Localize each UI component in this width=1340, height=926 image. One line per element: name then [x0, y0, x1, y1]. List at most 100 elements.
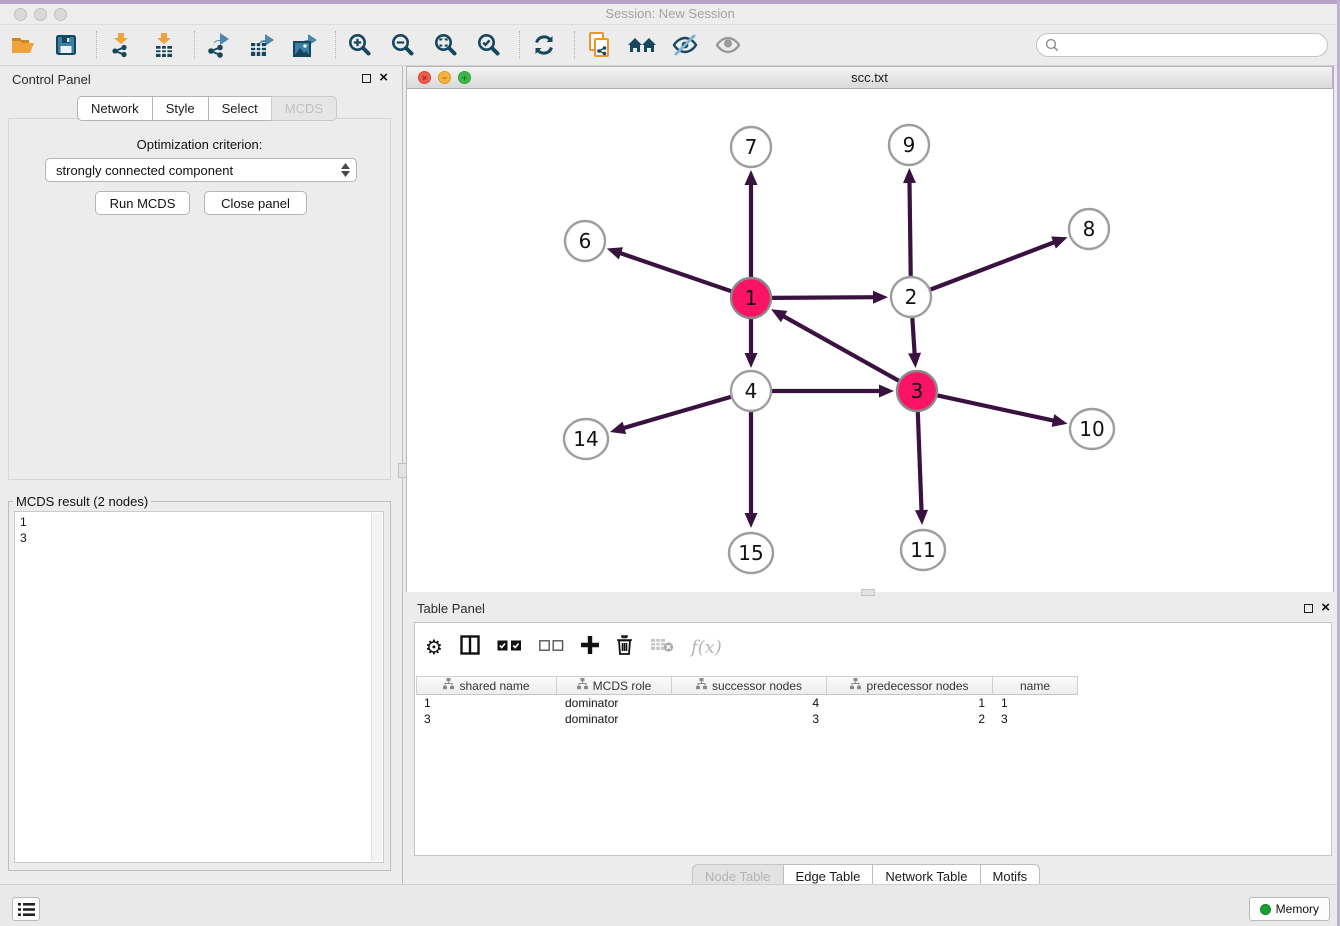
- network-canvas[interactable]: 7968124314101511: [407, 89, 1333, 592]
- close-panel-icon[interactable]: ×: [379, 73, 388, 83]
- graph-edge-1-6[interactable]: [617, 252, 731, 291]
- mcds-result-box[interactable]: 1 3: [14, 511, 384, 863]
- graph-node-label-14: 14: [573, 427, 598, 451]
- table-panel-title: Table Panel: [417, 601, 485, 616]
- toolbar-separator: [519, 31, 520, 59]
- criterion-dropdown[interactable]: strongly connected component: [45, 158, 357, 182]
- table-cell[interactable]: 3: [416, 711, 557, 727]
- table-cell[interactable]: 1: [993, 695, 1078, 711]
- app-title: Session: New Session: [0, 6, 1340, 21]
- graph-edge-3-10[interactable]: [938, 395, 1057, 421]
- toolbar-separator: [194, 31, 195, 59]
- result-scrollbar[interactable]: [371, 513, 382, 861]
- status-bar: Memory: [0, 884, 1340, 926]
- panel-divider-grip[interactable]: [398, 463, 407, 478]
- show-all-eye-icon[interactable]: [713, 30, 743, 60]
- table-cell[interactable]: 1: [416, 695, 557, 711]
- hide-selected-eye-icon[interactable]: [670, 30, 700, 60]
- import-network-icon[interactable]: [106, 30, 136, 60]
- run-mcds-button[interactable]: Run MCDS: [95, 191, 190, 215]
- graph-node-label-15: 15: [738, 541, 763, 565]
- graph-edge-arrowhead: [610, 422, 626, 434]
- toolbar-separator: [574, 31, 575, 59]
- delete-table-icon[interactable]: [650, 637, 674, 658]
- export-network-icon[interactable]: [204, 30, 234, 60]
- table-row[interactable]: 1dominator411: [416, 695, 1078, 711]
- column-header-predecessor-nodes[interactable]: predecessor nodes: [827, 676, 993, 695]
- table-cell[interactable]: dominator: [557, 695, 672, 711]
- refresh-icon[interactable]: [529, 30, 559, 60]
- duplicate-network-icon[interactable]: [584, 30, 614, 60]
- graph-node-label-4: 4: [745, 379, 758, 403]
- zoom-fit-icon[interactable]: [431, 30, 461, 60]
- close-panel-button[interactable]: Close panel: [204, 191, 307, 215]
- column-header-shared-name[interactable]: shared name: [416, 676, 557, 695]
- graph-edge-arrowhead: [879, 385, 894, 398]
- mcds-result-text: 1 3: [15, 512, 383, 548]
- function-builder-icon[interactable]: f(x): [691, 637, 722, 658]
- column-header-successor-nodes[interactable]: successor nodes: [672, 676, 827, 695]
- zoom-in-icon[interactable]: [345, 30, 375, 60]
- network-window-titlebar[interactable]: × − + scc.txt: [407, 67, 1332, 89]
- table-row[interactable]: 3dominator323: [416, 711, 1078, 727]
- zoom-selected-icon[interactable]: [474, 30, 504, 60]
- table-cell[interactable]: 3: [993, 711, 1078, 727]
- task-history-button[interactable]: [12, 897, 40, 921]
- column-header-name[interactable]: name: [993, 676, 1078, 695]
- settings-gear-icon[interactable]: ⚙: [425, 635, 443, 659]
- desktop-edge-top: [0, 0, 1340, 4]
- memory-button[interactable]: Memory: [1249, 897, 1330, 921]
- select-all-checks-icon[interactable]: [497, 638, 522, 656]
- graph-edge-2-8[interactable]: [931, 241, 1058, 289]
- deselect-all-checks-icon[interactable]: [539, 638, 564, 656]
- optimization-criterion-label: Optimization criterion:: [9, 137, 390, 152]
- float-table-panel-icon[interactable]: [1304, 604, 1313, 613]
- delete-column-icon[interactable]: [616, 635, 633, 660]
- memory-status-icon: [1260, 904, 1271, 915]
- tab-select[interactable]: Select: [208, 96, 272, 121]
- graph-edge-2-9[interactable]: [909, 179, 910, 276]
- table-cell[interactable]: 1: [827, 695, 993, 711]
- toolbar-separator: [96, 31, 97, 59]
- zoom-out-icon[interactable]: [388, 30, 418, 60]
- table-cell[interactable]: dominator: [557, 711, 672, 727]
- export-table-icon[interactable]: [247, 30, 277, 60]
- list-icon: [18, 903, 35, 916]
- dropdown-stepper-icon: [338, 161, 352, 179]
- show-column-icon[interactable]: [460, 635, 480, 660]
- graph-node-label-6: 6: [579, 229, 592, 253]
- close-table-panel-icon[interactable]: ×: [1321, 603, 1330, 613]
- network-view-window: × − + scc.txt 7968124314101511: [406, 66, 1334, 592]
- table-toolbar: ⚙ f(x): [425, 630, 722, 664]
- table-cell[interactable]: 3: [672, 711, 827, 727]
- graph-node-label-3: 3: [911, 379, 924, 403]
- graph-edge-2-3[interactable]: [912, 318, 914, 357]
- float-panel-icon[interactable]: [362, 74, 371, 83]
- graph-node-label-9: 9: [903, 133, 916, 157]
- save-session-icon[interactable]: [51, 30, 81, 60]
- search-field[interactable]: [1036, 33, 1328, 57]
- export-image-icon[interactable]: [290, 30, 320, 60]
- graph-edge-arrowhead: [1052, 414, 1068, 427]
- import-table-icon[interactable]: [149, 30, 179, 60]
- graph-edge-3-11[interactable]: [918, 412, 922, 514]
- graph-edge-3-1[interactable]: [781, 315, 899, 381]
- app-titlebar: Session: New Session: [0, 4, 1340, 25]
- network-graph[interactable]: 7968124314101511: [407, 89, 1333, 592]
- hierarchy-icon: [850, 678, 861, 693]
- horizontal-divider-grip[interactable]: [861, 589, 875, 596]
- table-cell[interactable]: 4: [672, 695, 827, 711]
- tab-network[interactable]: Network: [77, 96, 153, 121]
- tab-style[interactable]: Style: [152, 96, 209, 121]
- open-file-icon[interactable]: [8, 30, 38, 60]
- tab-mcds[interactable]: MCDS: [271, 96, 337, 121]
- graph-edge-4-14[interactable]: [621, 397, 731, 429]
- add-column-icon[interactable]: [581, 636, 599, 659]
- criterion-value: strongly connected component: [56, 163, 233, 178]
- first-neighbors-icon[interactable]: [627, 30, 657, 60]
- search-input[interactable]: [1059, 38, 1319, 53]
- search-icon: [1045, 38, 1059, 52]
- table-cell[interactable]: 2: [827, 711, 993, 727]
- graph-edge-1-2[interactable]: [772, 297, 877, 298]
- column-header-MCDS-role[interactable]: MCDS role: [557, 676, 672, 695]
